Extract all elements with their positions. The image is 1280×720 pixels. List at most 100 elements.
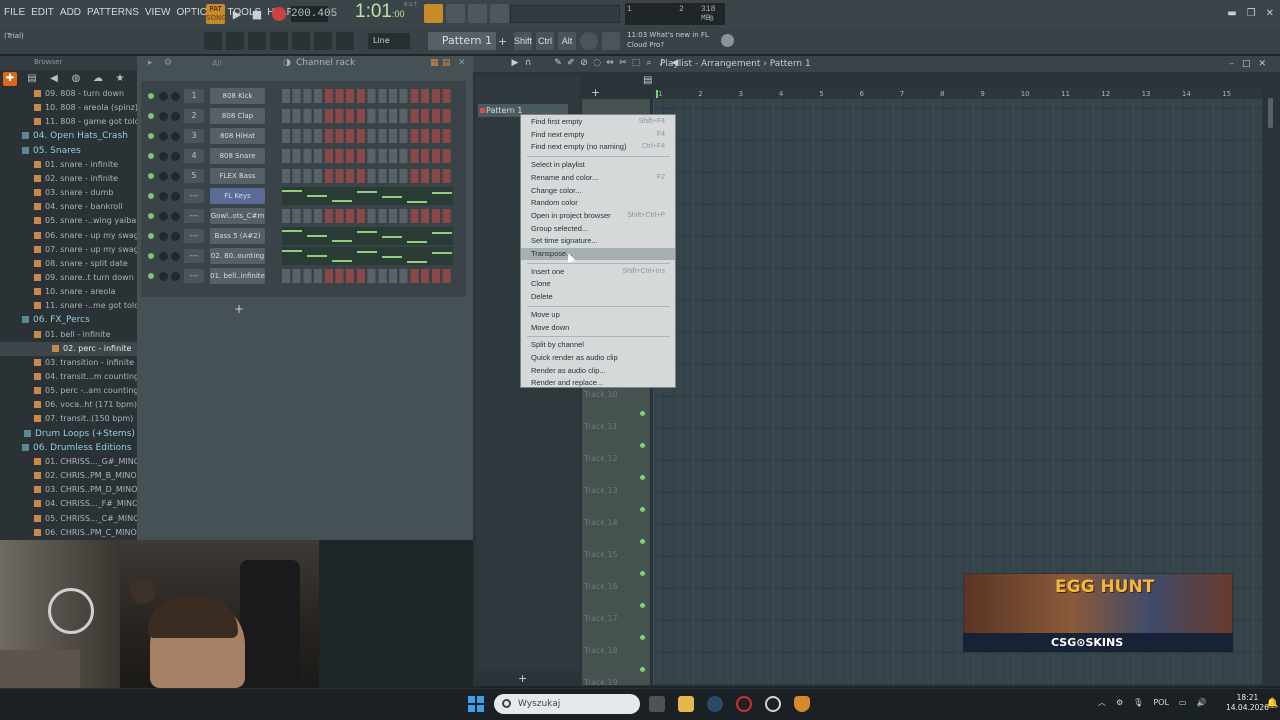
channel-led[interactable] bbox=[148, 113, 154, 119]
step-sequencer[interactable] bbox=[282, 109, 453, 123]
browser-folder[interactable]: 04. Open Hats_Crash bbox=[0, 129, 137, 143]
track-mute-led[interactable] bbox=[640, 411, 645, 416]
step-sequencer[interactable] bbox=[282, 269, 453, 283]
volume-knob[interactable] bbox=[159, 232, 168, 241]
fl-studio-icon[interactable] bbox=[794, 696, 810, 712]
pan-knob[interactable] bbox=[171, 172, 180, 181]
volume-knob[interactable] bbox=[159, 132, 168, 141]
menu-edit[interactable]: EDIT bbox=[31, 7, 54, 18]
track-label[interactable]: Track 15 bbox=[584, 550, 618, 559]
pattern-list-icon[interactable]: ▤ bbox=[643, 75, 655, 87]
pencil-icon[interactable]: ✎ bbox=[553, 58, 563, 68]
browser-file[interactable]: 06. voca..ht (171 bpm) bbox=[0, 398, 137, 412]
shop-icon[interactable] bbox=[602, 32, 620, 50]
add-pattern-icon[interactable]: + bbox=[498, 35, 507, 48]
current-project-icon[interactable]: ▤ bbox=[25, 72, 39, 86]
pan-knob[interactable] bbox=[171, 152, 180, 161]
pan-knob[interactable] bbox=[171, 272, 180, 281]
snap-selector[interactable]: Line bbox=[368, 33, 410, 49]
pan-knob[interactable] bbox=[171, 112, 180, 121]
browser-file[interactable]: 06. CHRIS..PM_C_MINOR bbox=[0, 526, 137, 540]
browser-file[interactable]: 03. CHRIS..PM_D_MINOR bbox=[0, 483, 137, 497]
browser-file[interactable]: 06. snare - up my swag bbox=[0, 229, 137, 243]
channel-name-button[interactable]: 808 Kick bbox=[210, 88, 265, 104]
tray-chevron-icon[interactable]: ︿ bbox=[1098, 697, 1106, 708]
scroll-thumb[interactable] bbox=[1268, 98, 1273, 128]
channel-row[interactable]: 3 808 HiHat bbox=[141, 126, 466, 146]
channel-row[interactable]: 1 808 Kick bbox=[141, 86, 466, 106]
context-menu-item[interactable]: Render as audio clip... bbox=[521, 365, 675, 377]
channel-row[interactable]: --- FL Keys bbox=[141, 186, 466, 206]
channel-row[interactable]: 4 808 Snare bbox=[141, 146, 466, 166]
track-label[interactable]: Track 10 bbox=[584, 390, 618, 399]
taskbar-search[interactable]: Wyszukaj bbox=[494, 694, 640, 714]
menu-view[interactable]: VIEW bbox=[145, 7, 171, 18]
plugin-icon[interactable]: ◀ bbox=[47, 72, 61, 86]
play-button[interactable]: ▶ bbox=[228, 5, 246, 23]
context-menu-item[interactable]: Find first empty Shift+F4 bbox=[521, 116, 675, 128]
track-mute-led[interactable] bbox=[640, 571, 645, 576]
browser-window-icon[interactable] bbox=[292, 32, 310, 50]
rack-steps-icon[interactable]: ▤ bbox=[442, 58, 451, 68]
channel-led[interactable] bbox=[148, 213, 154, 219]
channel-led[interactable] bbox=[148, 93, 154, 99]
track-mute-led[interactable] bbox=[640, 603, 645, 608]
channel-row[interactable]: --- Bass 5 (A#2) bbox=[141, 226, 466, 246]
context-menu-item[interactable]: Render and replace... bbox=[521, 377, 675, 389]
channel-name-button[interactable]: Bass 5 (A#2) bbox=[210, 228, 265, 244]
context-menu-item[interactable]: Group selected... bbox=[521, 223, 675, 235]
context-menu-item[interactable]: Insert one Shift+Ctrl+Ins bbox=[521, 266, 675, 278]
channel-filter[interactable]: All bbox=[212, 59, 222, 68]
browser-file[interactable]: 01. CHRISS..._G#_MINOR bbox=[0, 455, 137, 469]
channel-name-button[interactable]: 808 Snare bbox=[210, 148, 265, 164]
mixer-track-number[interactable]: 3 bbox=[184, 129, 204, 143]
opera-icon[interactable] bbox=[736, 696, 752, 712]
mixer-track-number[interactable]: --- bbox=[184, 189, 204, 203]
context-menu-item[interactable]: Split by channel bbox=[521, 339, 675, 351]
rack-arrow-icon[interactable]: ▸ bbox=[148, 58, 153, 68]
plugin-database-icon[interactable]: ◍ bbox=[69, 72, 83, 86]
task-view-icon[interactable] bbox=[649, 696, 665, 712]
add-channel-button[interactable]: + bbox=[234, 302, 244, 316]
channel-name-button[interactable]: FL Keys bbox=[210, 188, 265, 204]
playlist-window-icon[interactable] bbox=[204, 32, 222, 50]
slice-icon[interactable]: ✂ bbox=[618, 58, 628, 68]
magnet-icon[interactable]: ∩ bbox=[523, 58, 533, 68]
browser-file[interactable]: 04. transit...m counting bbox=[0, 370, 137, 384]
mixer-track-number[interactable]: 1 bbox=[184, 89, 204, 103]
browser-file[interactable]: 02. snare - infinite bbox=[0, 172, 137, 186]
microphone-tray-icon[interactable]: 🎙 bbox=[1133, 698, 1143, 707]
windows-start-icon[interactable] bbox=[468, 696, 484, 712]
steam-icon[interactable] bbox=[707, 696, 723, 712]
mixer-track-number[interactable]: --- bbox=[184, 229, 204, 243]
pl-maximize-icon[interactable]: □ bbox=[1242, 59, 1259, 69]
pan-knob[interactable] bbox=[171, 192, 180, 201]
play-arrow-icon[interactable]: ▶ bbox=[510, 58, 520, 68]
cloud-icon[interactable]: ☁ bbox=[91, 72, 105, 86]
track-mute-led[interactable] bbox=[640, 539, 645, 544]
taskbar-clock[interactable]: 18:21 14.04.2026 bbox=[1226, 693, 1269, 713]
timeline-ruler[interactable] bbox=[653, 88, 1262, 99]
volume-knob[interactable] bbox=[159, 272, 168, 281]
channel-led[interactable] bbox=[148, 173, 154, 179]
browser-folder[interactable]: 06. FX_Percs bbox=[0, 313, 137, 327]
channel-row[interactable]: 5 FLEX Bass bbox=[141, 166, 466, 186]
channel-led[interactable] bbox=[148, 233, 154, 239]
paint-icon[interactable]: ✐ bbox=[566, 58, 576, 68]
rack-swing-icon[interactable]: ◑ bbox=[283, 58, 291, 68]
browser-file[interactable]: 07. transit..(150 bpm) bbox=[0, 412, 137, 426]
browser-file[interactable]: 10. 808 - areola (spinz) bbox=[0, 101, 137, 115]
volume-icon[interactable]: 🔊 bbox=[1196, 698, 1206, 707]
news-panel[interactable]: 11:03 What's new in FL Cloud Pro? bbox=[627, 30, 709, 50]
microphone-icon[interactable] bbox=[336, 32, 354, 50]
pattern-selector[interactable]: Pattern 1 bbox=[428, 32, 496, 50]
channel-led[interactable] bbox=[148, 273, 154, 279]
mixer-track-number[interactable]: 4 bbox=[184, 149, 204, 163]
context-menu-item[interactable]: Select in playlist bbox=[521, 159, 675, 171]
track-mute-led[interactable] bbox=[640, 475, 645, 480]
playlist-scrollbar[interactable] bbox=[1262, 88, 1280, 685]
context-menu-item[interactable]: Quick render as audio clip bbox=[521, 352, 675, 364]
browser-file[interactable]: 04. CHRISS..._F#_MINOR bbox=[0, 497, 137, 511]
channel-name-button[interactable]: 808 HiHat bbox=[210, 128, 265, 144]
delete-icon[interactable]: ⊘ bbox=[579, 58, 589, 68]
